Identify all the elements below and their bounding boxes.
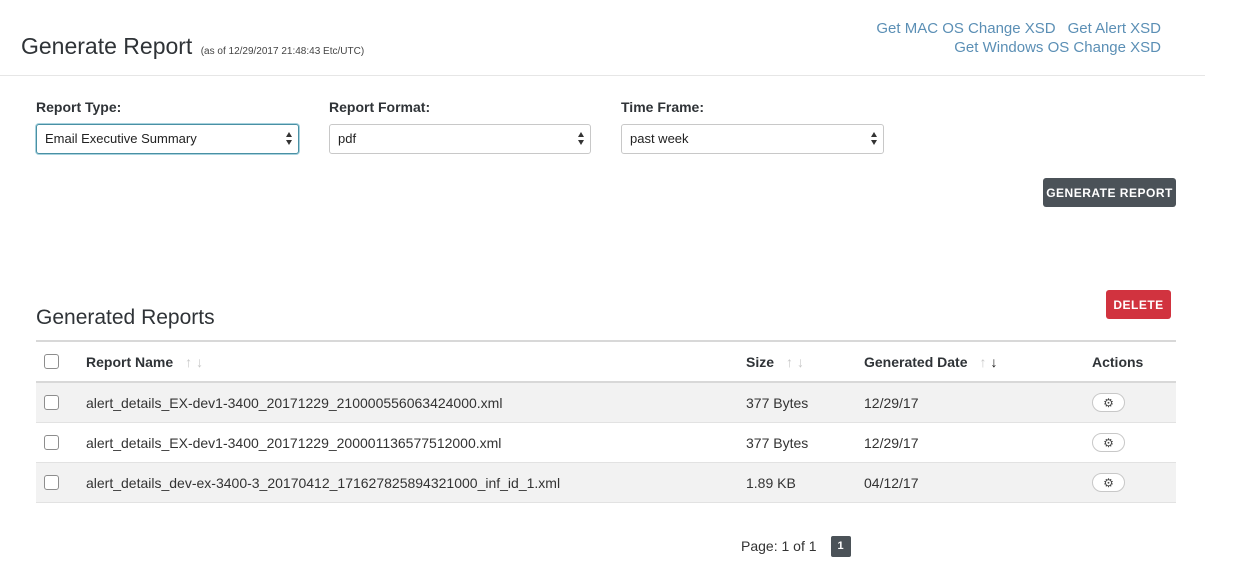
time-frame-label: Time Frame: [621, 99, 704, 115]
delete-button[interactable]: DELETE [1106, 290, 1171, 319]
size-cell: 1.89 KB [746, 474, 796, 491]
report-format-value: pdf [338, 131, 357, 146]
generate-report-button[interactable]: GENERATE REPORT [1043, 178, 1176, 207]
sort-controls: ↑ ↓ [786, 354, 804, 370]
column-header-size[interactable]: Size ↑ ↓ [746, 342, 804, 381]
column-header-actions: Actions [1092, 353, 1144, 370]
as-of-timestamp: (as of 12/29/2017 21:48:43 Etc/UTC) [200, 46, 365, 57]
report-name-cell: alert_details_EX-dev1-3400_20171229_2100… [86, 394, 503, 411]
table-row: alert_details_dev-ex-3400-3_20170412_171… [36, 463, 1176, 503]
size-cell: 377 Bytes [746, 394, 809, 411]
time-frame-field: Time Frame: past week [621, 99, 884, 154]
select-all-checkbox[interactable] [44, 354, 59, 369]
row-checkbox[interactable] [44, 435, 59, 450]
generated-date-cell: 04/12/17 [864, 474, 919, 491]
gear-icon: ⚙ [1103, 435, 1114, 450]
sort-down-active-icon[interactable]: ↓ [990, 354, 997, 370]
time-frame-select[interactable]: past week [621, 124, 884, 154]
page-number-button[interactable]: 1 [830, 535, 851, 557]
report-name-cell: alert_details_dev-ex-3400-3_20170412_171… [86, 474, 561, 491]
report-type-select[interactable]: Email Executive Summary [36, 124, 299, 154]
sort-up-icon[interactable]: ↑ [185, 354, 192, 370]
sort-up-icon[interactable]: ↑ [786, 354, 793, 370]
page-title: Generate Report (as of 12/29/2017 21:48:… [21, 33, 364, 60]
column-header-report-name[interactable]: Report Name ↑ ↓ [86, 342, 203, 381]
gear-icon: ⚙ [1103, 475, 1114, 490]
generated-date-cell: 12/29/17 [864, 434, 919, 451]
row-actions-button[interactable]: ⚙ [1092, 393, 1125, 412]
table-row: alert_details_EX-dev1-3400_20171229_2100… [36, 383, 1176, 423]
select-caret-icon [870, 132, 878, 146]
report-name-cell: alert_details_EX-dev1-3400_20171229_2000… [86, 434, 502, 451]
report-type-field: Report Type: Email Executive Summary [36, 99, 299, 154]
report-type-value: Email Executive Summary [45, 131, 197, 146]
report-format-label: Report Format: [329, 99, 431, 115]
page-title-text: Generate Report [21, 33, 193, 59]
windows-os-xsd-link[interactable]: Get Windows OS Change XSD [954, 39, 1161, 56]
gear-icon: ⚙ [1103, 395, 1114, 410]
report-format-field: Report Format: pdf [329, 99, 591, 154]
column-header-generated-date[interactable]: Generated Date ↑ ↓ [864, 342, 997, 381]
sort-down-icon[interactable]: ↓ [797, 354, 804, 370]
sort-up-icon[interactable]: ↑ [979, 354, 986, 370]
sort-controls: ↑ ↓ [979, 354, 997, 370]
table-header-row: Report Name ↑ ↓ Size ↑ ↓ Generated Date … [36, 342, 1176, 383]
report-name-header-label: Report Name [86, 353, 174, 370]
sort-down-icon[interactable]: ↓ [196, 354, 203, 370]
pagination: Page: 1 of 1 1 [741, 535, 851, 557]
table-row: alert_details_EX-dev1-3400_20171229_2000… [36, 423, 1176, 463]
row-actions-button[interactable]: ⚙ [1092, 433, 1125, 452]
mac-os-xsd-link[interactable]: Get MAC OS Change XSD [876, 20, 1055, 37]
row-actions-button[interactable]: ⚙ [1092, 473, 1125, 492]
select-caret-icon [577, 132, 585, 146]
page-header: Generate Report (as of 12/29/2017 21:48:… [0, 0, 1205, 76]
generated-reports-title: Generated Reports [36, 306, 215, 329]
select-caret-icon [285, 132, 293, 146]
generated-date-header-label: Generated Date [864, 353, 968, 370]
time-frame-value: past week [630, 131, 689, 146]
generated-date-cell: 12/29/17 [864, 394, 919, 411]
alert-xsd-link[interactable]: Get Alert XSD [1068, 20, 1161, 37]
row-checkbox[interactable] [44, 395, 59, 410]
reports-table: Report Name ↑ ↓ Size ↑ ↓ Generated Date … [36, 340, 1176, 503]
size-header-label: Size [746, 353, 775, 370]
row-checkbox[interactable] [44, 475, 59, 490]
page-indicator: Page: 1 of 1 [741, 538, 817, 554]
xsd-links: Get MAC OS Change XSD Get Alert XSD Get W… [876, 19, 1161, 57]
size-cell: 377 Bytes [746, 434, 809, 451]
report-format-select[interactable]: pdf [329, 124, 591, 154]
sort-controls: ↑ ↓ [185, 354, 203, 370]
report-type-label: Report Type: [36, 99, 122, 115]
